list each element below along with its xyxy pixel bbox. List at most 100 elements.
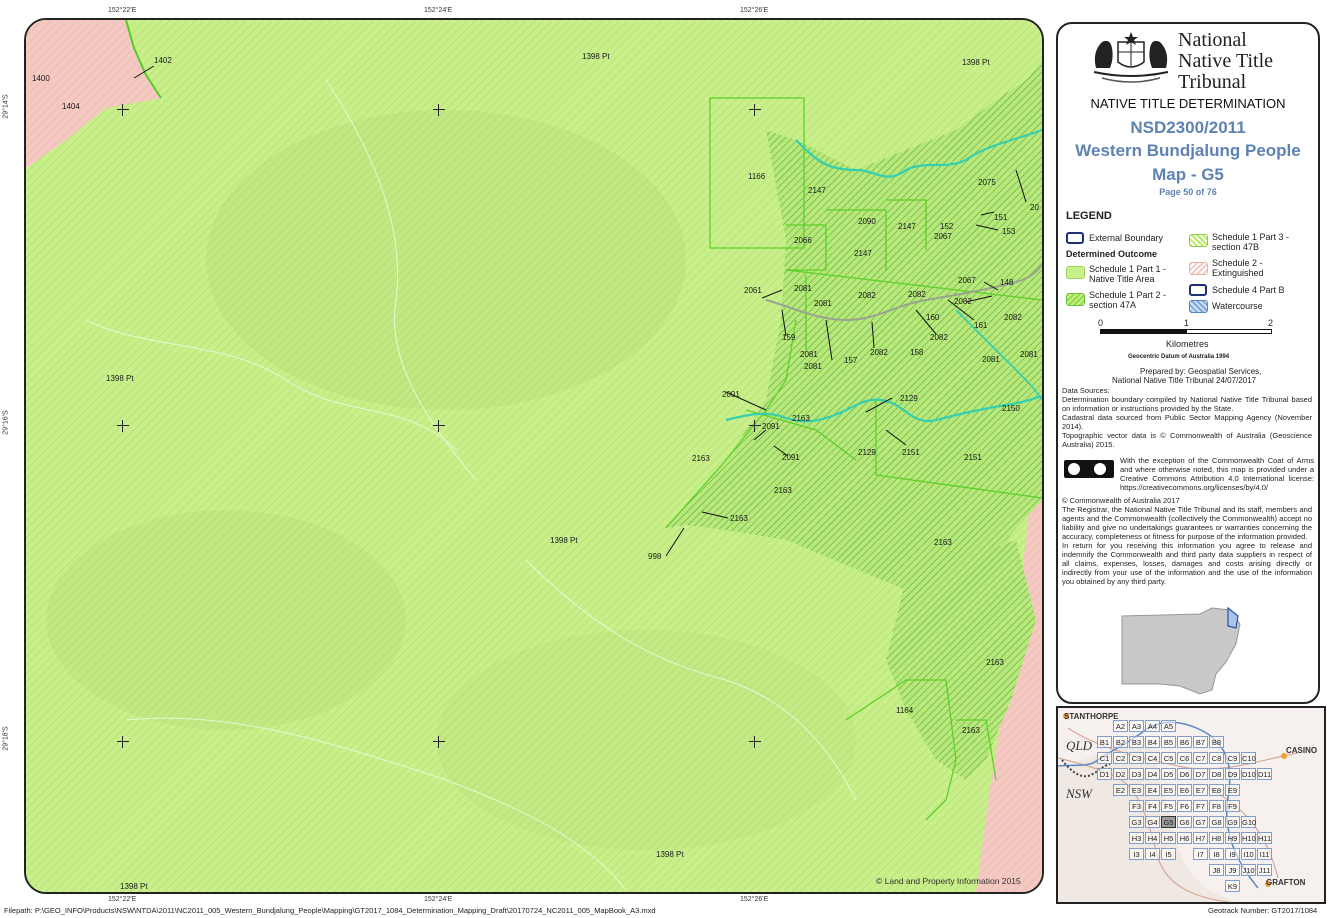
index-cell-d1[interactable]: D1 [1097,768,1112,780]
index-cell-h6[interactable]: H6 [1177,832,1192,844]
index-cell-c1[interactable]: C1 [1097,752,1112,764]
index-cell-e8[interactable]: E8 [1209,784,1224,796]
index-cell-i5[interactable]: I5 [1161,848,1176,860]
index-cell-f6[interactable]: F6 [1177,800,1192,812]
index-cell-d2[interactable]: D2 [1113,768,1128,780]
index-cell-b3[interactable]: B3 [1129,736,1144,748]
index-cell-e9[interactable]: E9 [1225,784,1240,796]
index-cell-b1[interactable]: B1 [1097,736,1112,748]
index-cell-g7[interactable]: G7 [1193,816,1208,828]
index-cell-e7[interactable]: E7 [1193,784,1208,796]
legend-swatch-sch1-part3 [1189,234,1208,247]
index-cell-g4[interactable]: G4 [1145,816,1160,828]
index-cell-e4[interactable]: E4 [1145,784,1160,796]
index-cell-e5[interactable]: E5 [1161,784,1176,796]
index-cell-c9[interactable]: C9 [1225,752,1240,764]
index-cell-j10[interactable]: J10 [1241,864,1256,876]
index-cell-h9[interactable]: H9 [1225,832,1240,844]
index-cell-f8[interactable]: F8 [1209,800,1224,812]
index-cell-g9[interactable]: G9 [1225,816,1240,828]
index-cell-d10[interactable]: D10 [1241,768,1256,780]
index-cell-k9[interactable]: K9 [1225,880,1240,892]
index-cell-h4[interactable]: H4 [1145,832,1160,844]
index-cell-e2[interactable]: E2 [1113,784,1128,796]
index-cell-j9[interactable]: J9 [1225,864,1240,876]
index-cell-i4[interactable]: I4 [1145,848,1160,860]
parcel-label: 1164 [896,706,914,715]
index-cell-h3[interactable]: H3 [1129,832,1144,844]
index-cell-c3[interactable]: C3 [1129,752,1144,764]
town-casino: CASINO [1286,746,1318,755]
tribunal-name: National Native Title Tribunal [1178,30,1273,93]
coord-left-2: 29°16'S [2,410,10,435]
index-cell-j8[interactable]: J8 [1209,864,1224,876]
index-cell-h10[interactable]: H10 [1241,832,1256,844]
index-cell-c6[interactable]: C6 [1177,752,1192,764]
index-cell-d9[interactable]: D9 [1225,768,1240,780]
index-cell-i10[interactable]: I10 [1241,848,1256,860]
index-cell-d7[interactable]: D7 [1193,768,1208,780]
town-grafton: GRAFTON [1266,878,1306,887]
map-frame[interactable]: 1402 1400 1404 1398 Pt 1398 Pt 1398 Pt 1… [24,18,1044,894]
index-cell-d4[interactable]: D4 [1145,768,1160,780]
index-cell-i7[interactable]: I7 [1193,848,1208,860]
index-cell-d5[interactable]: D5 [1161,768,1176,780]
index-cell-a5[interactable]: A5 [1161,720,1176,732]
index-cell-h5[interactable]: H5 [1161,832,1176,844]
index-cell-h8[interactable]: H8 [1209,832,1224,844]
index-cell-a2[interactable]: A2 [1113,720,1128,732]
index-cell-g8[interactable]: G8 [1209,816,1224,828]
index-cell-c4[interactable]: C4 [1145,752,1160,764]
index-cell-d8[interactable]: D8 [1209,768,1224,780]
by-circle-icon [1094,463,1106,475]
index-cell-i3[interactable]: I3 [1129,848,1144,860]
index-cell-g10[interactable]: G10 [1241,816,1256,828]
filepath: Filepath: P:\GEO_INFO\Products\NSW\NTDA\… [4,906,656,915]
index-cell-b4[interactable]: B4 [1145,736,1160,748]
index-cell-i8[interactable]: I8 [1209,848,1224,860]
index-cell-b8[interactable]: B8 [1209,736,1224,748]
index-cell-a4[interactable]: A4 [1145,720,1160,732]
scale-tick-0: 0 [1098,318,1104,328]
index-cell-f9[interactable]: F9 [1225,800,1240,812]
index-cell-c2[interactable]: C2 [1113,752,1128,764]
index-cell-d6[interactable]: D6 [1177,768,1192,780]
index-cell-g3[interactable]: G3 [1129,816,1144,828]
index-cell-i11[interactable]: I11 [1257,848,1272,860]
index-cell-d11[interactable]: D11 [1257,768,1272,780]
geotrack-number: Geotrack Number: GT2017/1084 [1208,906,1318,915]
index-cell-f7[interactable]: F7 [1193,800,1208,812]
index-cell-g5[interactable]: G5 [1161,816,1176,828]
data-sources: Data Sources: Determination boundary com… [1062,386,1312,449]
parcel-label: 998 [648,552,662,561]
index-cell-c10[interactable]: C10 [1241,752,1256,764]
index-cell-b6[interactable]: B6 [1177,736,1192,748]
parcel-label: 151 [994,213,1008,222]
index-cell-j11[interactable]: J11 [1257,864,1272,876]
parcel-label: 2082 [870,348,888,357]
index-cell-b5[interactable]: B5 [1161,736,1176,748]
index-cell-c8[interactable]: C8 [1209,752,1224,764]
index-cell-i9[interactable]: I9 [1225,848,1240,860]
coord-top-3: 152°26'E [740,7,769,14]
index-cell-e6[interactable]: E6 [1177,784,1192,796]
index-cell-c5[interactable]: C5 [1161,752,1176,764]
index-cell-g6[interactable]: G6 [1177,816,1192,828]
parcel-label: 2163 [730,514,748,523]
index-cell-f4[interactable]: F4 [1145,800,1160,812]
parcel-label: 1398 Pt [962,58,990,67]
index-cell-f3[interactable]: F3 [1129,800,1144,812]
index-cell-h11[interactable]: H11 [1257,832,1272,844]
index-cell-d3[interactable]: D3 [1129,768,1144,780]
index-cell-f5[interactable]: F5 [1161,800,1176,812]
coord-bottom-3: 152°26'E [740,896,769,903]
index-cell-a3[interactable]: A3 [1129,720,1144,732]
parcel-label: 2081 [1020,350,1038,359]
grid-cross [117,736,129,748]
index-cell-c7[interactable]: C7 [1193,752,1208,764]
index-cell-b2[interactable]: B2 [1113,736,1128,748]
index-cell-h7[interactable]: H7 [1193,832,1208,844]
index-cell-b7[interactable]: B7 [1193,736,1208,748]
index-map[interactable]: STANTHORPE CASINO GRAFTON QLD NSW A2 A3 A4… [1056,706,1326,904]
index-cell-e3[interactable]: E3 [1129,784,1144,796]
